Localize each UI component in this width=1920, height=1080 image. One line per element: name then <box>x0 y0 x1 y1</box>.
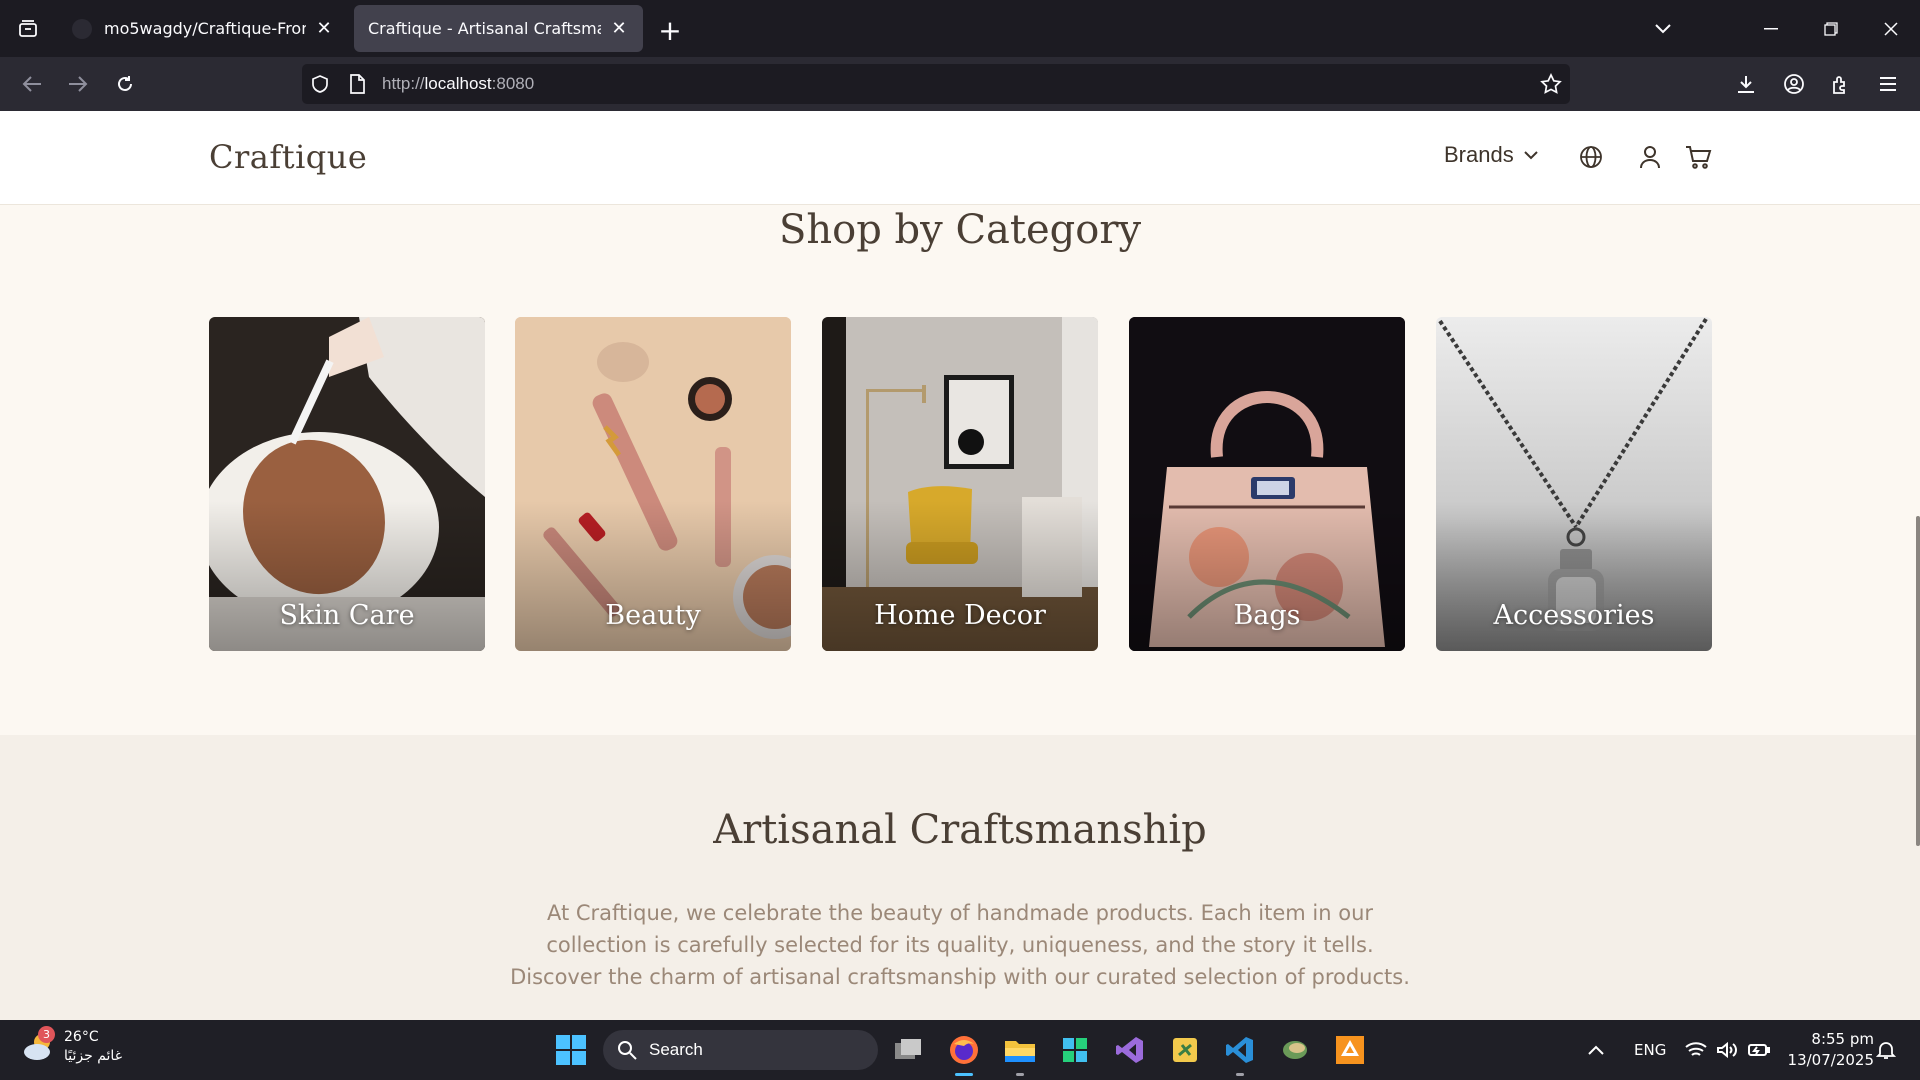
bookmark-star-icon[interactable] <box>1540 73 1562 99</box>
about-title: Artisanal Craftsmanship <box>713 807 1207 853</box>
brands-label: Brands <box>1444 142 1514 167</box>
reload-icon[interactable] <box>107 66 143 102</box>
tab-github[interactable]: mo5wagdy/Craftique-Frontend ✕ <box>58 5 348 52</box>
category-card-home-decor[interactable]: Home Decor <box>822 317 1098 651</box>
store-app-icon[interactable] <box>1055 1030 1095 1070</box>
cart-icon[interactable] <box>1684 144 1712 172</box>
weather-cloud-icon: 3 <box>22 1026 56 1064</box>
language-indicator[interactable]: ENG <box>1634 1020 1666 1080</box>
search-label: Search <box>649 1040 703 1059</box>
active-indicator <box>955 1073 973 1076</box>
downloads-icon[interactable] <box>1728 66 1764 102</box>
url-scheme: http:// <box>382 74 425 93</box>
weather-badge: 3 <box>38 1026 55 1043</box>
category-label: Beauty <box>605 600 701 631</box>
account-icon[interactable] <box>1776 66 1812 102</box>
page-info-icon[interactable] <box>348 74 366 98</box>
chevron-down-icon <box>1524 150 1538 159</box>
weather-condition: غائم جزئيًا <box>64 1048 123 1064</box>
menu-icon[interactable] <box>1870 66 1906 102</box>
taskbar-search[interactable]: Search <box>603 1030 878 1070</box>
category-card-accessories[interactable]: Accessories <box>1436 317 1712 651</box>
db-tool-icon[interactable] <box>1275 1030 1315 1070</box>
battery-icon[interactable] <box>1748 1020 1770 1080</box>
address-bar[interactable]: http://localhost:8080 <box>302 64 1570 104</box>
search-icon <box>618 1041 637 1060</box>
tab-overflow-chevron-icon[interactable] <box>1634 0 1692 57</box>
brands-dropdown[interactable]: Brands <box>1444 142 1538 168</box>
user-icon[interactable] <box>1637 144 1665 172</box>
forward-arrow-icon[interactable] <box>60 66 96 102</box>
github-icon <box>72 18 92 39</box>
clock-date: 13/07/2025 <box>1787 1051 1874 1069</box>
running-indicator <box>1236 1073 1244 1076</box>
tab-title: mo5wagdy/Craftique-Frontend <box>104 19 306 38</box>
category-card-bags[interactable]: Bags <box>1129 317 1405 651</box>
vscode-icon[interactable] <box>1220 1030 1260 1076</box>
shop-by-category-title: Shop by Category <box>778 207 1142 253</box>
url-text[interactable]: http://localhost:8080 <box>382 64 534 104</box>
tab-title: Craftique - Artisanal Craftsmanship fo <box>368 19 601 38</box>
about-text: At Craftique, we celebrate the beauty of… <box>510 901 1410 989</box>
weather-widget[interactable]: 3 26°C غائم جزئيًا <box>22 1026 123 1066</box>
globe-icon[interactable] <box>1578 144 1606 172</box>
back-arrow-icon[interactable] <box>14 66 50 102</box>
category-card-skin-care[interactable]: Skin Care <box>209 317 485 651</box>
orange-app-icon[interactable] <box>1330 1030 1370 1070</box>
file-explorer-icon[interactable] <box>1000 1030 1040 1076</box>
sticky-app-icon[interactable] <box>1165 1030 1205 1070</box>
notification-bell-icon[interactable] <box>1876 1020 1896 1080</box>
browser-tab-strip: mo5wagdy/Craftique-Frontend ✕ Craftique … <box>0 0 1920 57</box>
clock-time: 8:55 pm <box>1811 1030 1874 1048</box>
url-host: localhost <box>424 74 492 93</box>
page-scrollbar[interactable] <box>1916 516 1920 846</box>
minimize-icon[interactable] <box>1742 0 1800 57</box>
close-tab-icon[interactable]: ✕ <box>314 18 334 39</box>
task-view-icon[interactable] <box>888 1030 928 1070</box>
show-hidden-icons-chevron-icon[interactable] <box>1588 1020 1604 1080</box>
taskbar-clock[interactable]: 8:55 pm 13/07/2025 <box>1784 1029 1874 1071</box>
weather-temp: 26°C <box>64 1029 99 1045</box>
category-label: Home Decor <box>874 600 1046 631</box>
browser-toolbar: http://localhost:8080 <box>0 57 1920 111</box>
category-label: Bags <box>1233 600 1301 631</box>
taskbar: 3 26°C غائم جزئيًا Search ENG 8:55 pm 13… <box>0 1020 1920 1080</box>
firefox-icon[interactable] <box>944 1030 984 1076</box>
web-page: Craftique Brands Shop by Category Skin C… <box>0 111 1920 1020</box>
category-label: Skin Care <box>279 600 415 631</box>
windows-start-icon[interactable] <box>555 1034 587 1066</box>
volume-icon[interactable] <box>1716 1020 1738 1080</box>
shield-icon[interactable] <box>310 74 330 98</box>
site-header: Craftique Brands <box>0 111 1920 205</box>
visual-studio-icon[interactable] <box>1110 1030 1150 1070</box>
new-tab-button[interactable]: + <box>652 12 688 48</box>
close-tab-icon[interactable]: ✕ <box>609 18 629 39</box>
url-port: :8080 <box>491 74 535 93</box>
close-window-icon[interactable] <box>1862 0 1920 57</box>
tab-list-icon[interactable] <box>0 0 55 57</box>
running-indicator <box>1016 1073 1024 1076</box>
restore-icon[interactable] <box>1802 0 1860 57</box>
extensions-icon[interactable] <box>1822 66 1858 102</box>
tab-craftique[interactable]: Craftique - Artisanal Craftsmanship fo ✕ <box>354 5 643 52</box>
category-card-beauty[interactable]: Beauty <box>515 317 791 651</box>
category-label: Accessories <box>1493 600 1655 631</box>
wifi-icon[interactable] <box>1685 1020 1707 1080</box>
site-logo[interactable]: Craftique <box>209 138 367 176</box>
